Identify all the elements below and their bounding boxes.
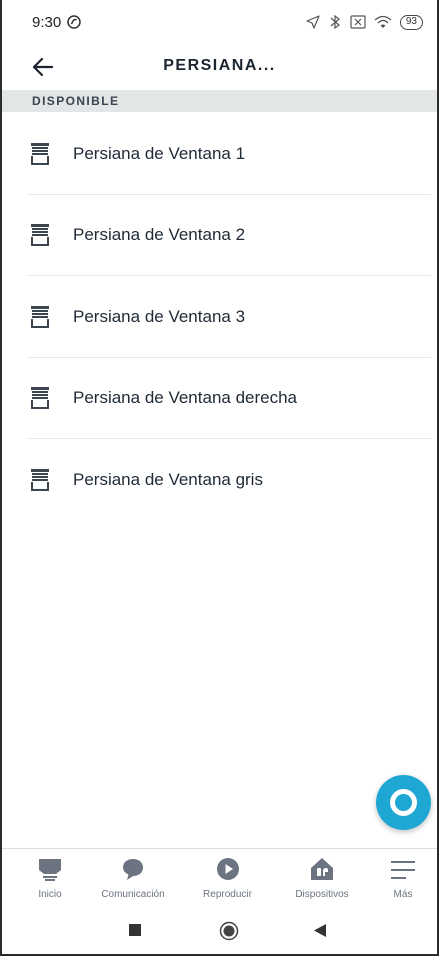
device-label: Persiana de Ventana gris [73, 469, 263, 489]
bottom-nav: Inicio Comunicación Reproducir Dispositi… [2, 848, 437, 908]
blind-icon [31, 224, 49, 247]
device-label: Persiana de Ventana derecha [73, 388, 298, 408]
menu-icon [391, 861, 415, 879]
back-button[interactable] [30, 54, 56, 80]
status-bar: 9:30 93 [0, 0, 439, 44]
device-label: Persiana de Ventana 2 [73, 225, 246, 245]
nav-label: Más [393, 889, 413, 900]
alexa-ring-icon [390, 789, 417, 816]
devices-house-icon [311, 858, 333, 880]
battery-indicator: 93 [399, 14, 423, 30]
nav-label: Dispositivos [295, 889, 349, 900]
list-item-device-5[interactable]: Persiana de Ventana gris [0, 439, 439, 521]
arrow-left-icon [33, 58, 53, 76]
list-item-device-2[interactable]: Persiana de Ventana 2 [0, 195, 439, 276]
alexa-button[interactable] [376, 775, 431, 830]
nav-item-comunicacion[interactable]: Comunicación [96, 849, 171, 908]
blind-icon [31, 387, 49, 410]
square-icon [129, 924, 141, 936]
nav-label: Comunicación [101, 889, 165, 900]
triangle-back-icon [314, 924, 326, 937]
location-icon [306, 15, 320, 29]
device-label: Persiana de Ventana 1 [73, 143, 246, 163]
nav-item-dispositivos[interactable]: Dispositivos [285, 849, 360, 908]
blind-icon [31, 142, 49, 165]
bluetooth-icon [328, 14, 342, 30]
list-item-device-1[interactable]: Persiana de Ventana 1 [0, 113, 439, 195]
page-title: PERSIANA... [163, 57, 276, 74]
device-label: Persiana de Ventana 3 [73, 306, 246, 326]
chat-bubble-icon [123, 859, 143, 880]
system-nav-bar [2, 910, 437, 954]
app-header: PERSIANA... [0, 44, 439, 88]
sim-card-x-icon [350, 15, 366, 29]
section-header-available: DISPONIBLE [2, 90, 437, 112]
device-list: Persiana de Ventana 1 Persiana de Ventan… [0, 113, 439, 521]
nav-item-mas[interactable]: Más [379, 849, 427, 908]
do-not-disturb-icon [67, 15, 81, 29]
status-time: 9:30 [32, 13, 62, 31]
recents-button[interactable] [128, 923, 142, 937]
home-icon [39, 859, 61, 881]
list-item-device-4[interactable]: Persiana de Ventana derecha [0, 358, 439, 439]
list-item-device-3[interactable]: Persiana de Ventana 3 [0, 276, 439, 358]
nav-label: Inicio [38, 889, 62, 900]
nav-item-inicio[interactable]: Inicio [24, 849, 76, 908]
play-icon [216, 858, 239, 880]
nav-label: Reproducir [203, 889, 252, 900]
home-system-button[interactable] [219, 921, 239, 941]
circle-home-icon [219, 921, 239, 941]
back-system-button[interactable] [313, 923, 327, 938]
blind-icon [31, 305, 49, 328]
wifi-icon [374, 15, 392, 29]
nav-item-reproducir[interactable]: Reproducir [190, 849, 265, 908]
blind-icon [31, 468, 49, 491]
